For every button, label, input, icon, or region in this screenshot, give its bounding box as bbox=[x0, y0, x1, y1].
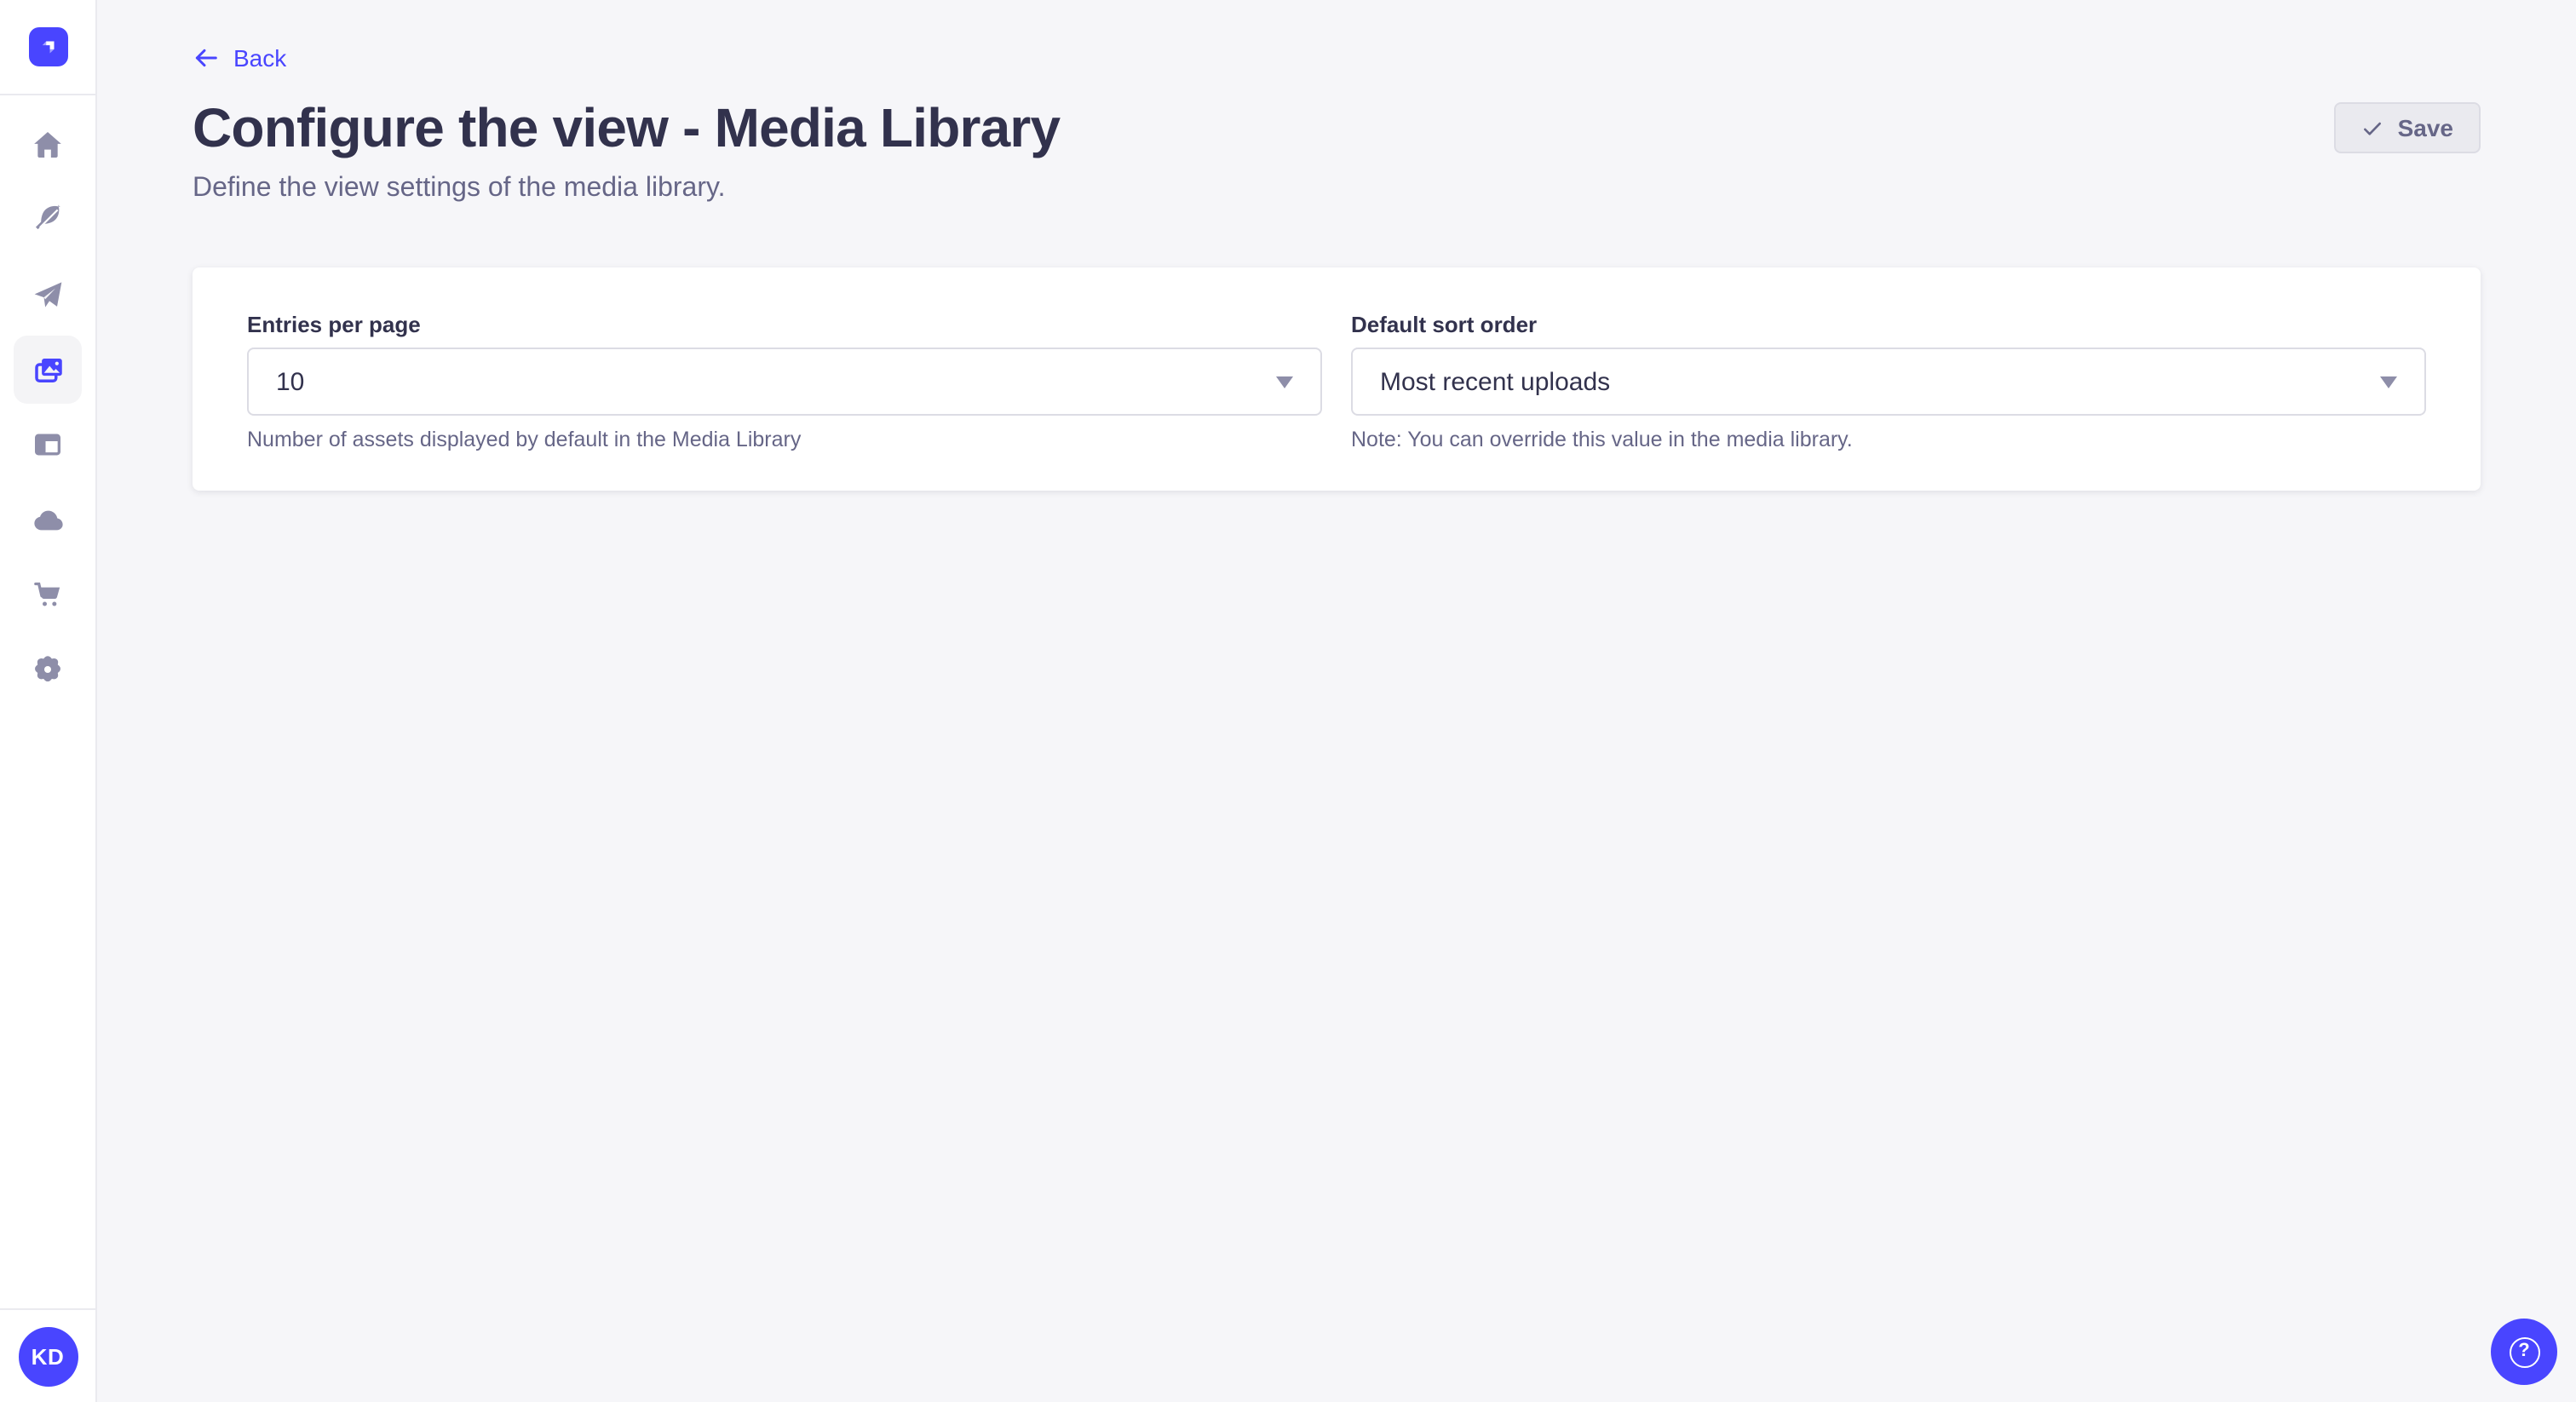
check-icon bbox=[2362, 117, 2384, 139]
field-hint: Note: You can override this value in the… bbox=[1351, 428, 2426, 453]
save-button-label: Save bbox=[2398, 114, 2453, 141]
layout-panel-icon bbox=[31, 428, 65, 462]
sidebar-item-settings[interactable] bbox=[14, 635, 82, 704]
arrow-left-icon bbox=[193, 44, 220, 72]
app-window: KD Back Configure the view - Media Libra… bbox=[0, 0, 2576, 1402]
field-hint: Number of assets displayed by default in… bbox=[247, 428, 1322, 453]
feather-icon bbox=[31, 203, 65, 237]
select-value: 10 bbox=[276, 367, 304, 396]
chevron-down-icon bbox=[2380, 376, 2397, 388]
sidebar-item-media-library[interactable] bbox=[14, 336, 82, 404]
save-button[interactable]: Save bbox=[2335, 102, 2481, 153]
field-entries-per-page: Entries per page 10 Number of assets dis… bbox=[247, 312, 1322, 453]
media-library-images-icon bbox=[30, 352, 66, 388]
main-content: Back Configure the view - Media Library … bbox=[97, 0, 2576, 1402]
field-label: Entries per page bbox=[247, 312, 1322, 339]
back-label: Back bbox=[233, 44, 286, 72]
sidebar-nav bbox=[14, 95, 82, 704]
shopping-cart-icon bbox=[31, 577, 65, 612]
select-value: Most recent uploads bbox=[1380, 367, 1610, 396]
sidebar-item-content-manager[interactable] bbox=[14, 186, 82, 254]
settings-card: Entries per page 10 Number of assets dis… bbox=[193, 267, 2481, 491]
sidebar: KD bbox=[0, 0, 97, 1402]
paper-plane-icon bbox=[31, 278, 65, 312]
cloud-icon bbox=[30, 502, 66, 537]
sidebar-item-releases[interactable] bbox=[14, 261, 82, 329]
sidebar-footer: KD bbox=[0, 1308, 95, 1402]
help-button[interactable]: ? bbox=[2491, 1319, 2557, 1385]
back-link[interactable]: Back bbox=[193, 0, 286, 72]
sidebar-item-marketplace[interactable] bbox=[14, 560, 82, 629]
field-label: Default sort order bbox=[1351, 312, 2426, 339]
chevron-down-icon bbox=[1276, 376, 1293, 388]
page-title: Configure the view - Media Library bbox=[193, 97, 1060, 158]
field-default-sort-order: Default sort order Most recent uploads N… bbox=[1351, 312, 2426, 453]
entries-per-page-select[interactable]: 10 bbox=[247, 348, 1322, 416]
avatar[interactable]: KD bbox=[18, 1326, 78, 1386]
logo-container bbox=[0, 0, 95, 95]
default-sort-order-select[interactable]: Most recent uploads bbox=[1351, 348, 2426, 416]
sidebar-item-home[interactable] bbox=[14, 111, 82, 179]
sidebar-item-deploy[interactable] bbox=[14, 486, 82, 554]
page-subtitle: Define the view settings of the media li… bbox=[193, 174, 2481, 204]
strapi-logo-icon[interactable] bbox=[28, 27, 67, 66]
sidebar-item-content-type-builder[interactable] bbox=[14, 411, 82, 479]
home-icon bbox=[31, 128, 65, 162]
question-mark-icon: ? bbox=[2509, 1336, 2539, 1367]
gear-icon bbox=[31, 652, 65, 687]
